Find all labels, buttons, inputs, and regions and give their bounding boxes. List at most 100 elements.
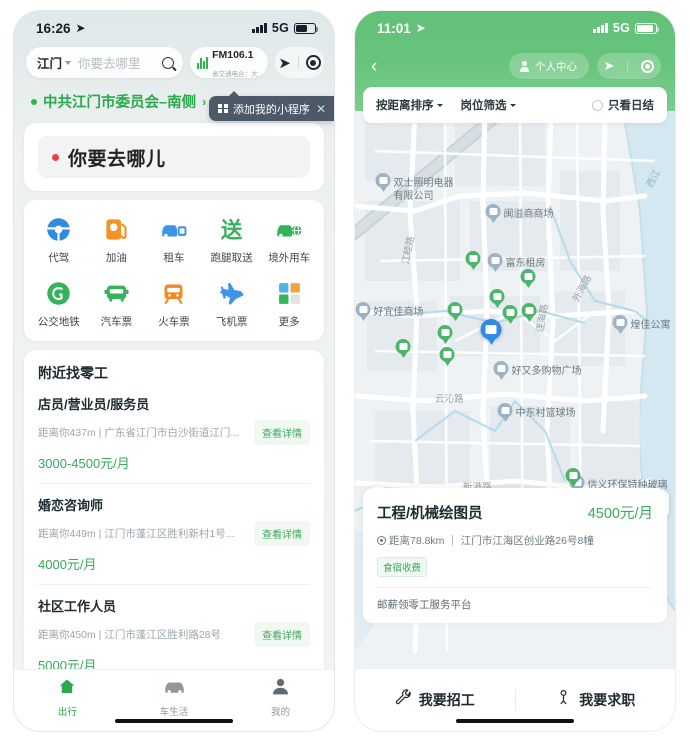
network-label: 5G [612, 21, 630, 35]
tab-wode[interactable]: 我的 [227, 677, 334, 718]
map-job-pin[interactable] [502, 305, 518, 324]
daily-settlement-toggle[interactable]: 只看日结 [592, 97, 654, 113]
service-zuche[interactable]: 租车 [145, 214, 203, 265]
profile-label: 个人中心 [535, 60, 577, 73]
divider [627, 60, 629, 72]
map-job-pin[interactable] [521, 303, 537, 322]
search-icon[interactable] [162, 56, 174, 69]
battery-icon [294, 22, 319, 34]
map-poi-pin[interactable]: 闽溢商商场 [485, 204, 554, 223]
map-job-pin[interactable] [439, 347, 455, 366]
service-label: 火车票 [158, 316, 190, 328]
service-label: 代驾 [48, 252, 70, 264]
home-indicator [456, 718, 574, 723]
chevron-down-icon [65, 60, 72, 65]
job-glyph-icon [451, 306, 459, 313]
chevron-down-icon [509, 103, 516, 107]
hire-button[interactable]: 我要招工 [355, 689, 515, 711]
service-daijia[interactable]: 代驾 [30, 214, 88, 265]
poi-glyph-icon [501, 407, 509, 414]
job-salary: 3000-4500元/月 [38, 456, 130, 471]
job-detail-platform: 邮薪领零工服务平台 [377, 587, 653, 623]
jobseek-button[interactable]: 我要求职 [516, 689, 676, 711]
service-jiayou[interactable]: 加油 [88, 214, 146, 265]
left-top-toolbar: 江门 你要去哪里 FM106.1 省交通电台：大 ➤ [14, 45, 334, 78]
close-icon[interactable]: ✕ [316, 102, 326, 116]
navigate-icon[interactable]: ➤ [604, 58, 615, 74]
city-selector[interactable]: 江门 [37, 53, 62, 72]
service-gongjiao[interactable]: 公交地铁 [30, 278, 88, 329]
tab-chuxing[interactable]: 出行 [14, 677, 121, 718]
sort-by-distance-dropdown[interactable]: 按距离排序 [376, 97, 443, 113]
jobseek-person-icon [555, 689, 572, 711]
locate-me-icon[interactable] [305, 55, 321, 70]
view-detail-button[interactable]: 查看详情 [254, 420, 310, 445]
service-paotui[interactable]: 送 跑腿取送 [203, 214, 261, 265]
job-list-item[interactable]: 婚恋咨询师 距离你449m | 江门市蓬江区胜利新村1号... 查看详情 400… [38, 495, 310, 585]
right-phone: 江睦路 西江 外海路 连海路 云沁路 新港路 双士照明电器 有限公司 闽溢商商场 [345, 0, 690, 742]
map-poi-pin[interactable]: 双士照明电器 有限公司 [375, 173, 454, 202]
job-detail-card[interactable]: 工程/机械绘图员 4500元/月 距离78.8km ｜ 江门市江海区创业路26号… [363, 488, 667, 623]
service-label: 更多 [278, 316, 300, 328]
map-poi-pin[interactable]: 煌佳公寓 [612, 315, 671, 334]
job-glyph-icon [506, 309, 514, 316]
tab-label: 我的 [271, 707, 291, 718]
job-title: 社区工作人员 [38, 599, 117, 614]
service-gengduo[interactable]: 更多 [260, 278, 318, 329]
locate-me-icon[interactable] [641, 59, 655, 73]
job-detail-salary: 4500元/月 [587, 506, 653, 522]
map-job-pin[interactable] [565, 468, 581, 487]
person-icon [271, 677, 290, 701]
position-filter-dropdown[interactable]: 岗位筛选 [461, 97, 516, 113]
navigation-arrow-icon: ➤ [75, 21, 86, 35]
radio-icon[interactable] [592, 99, 603, 111]
service-label: 飞机票 [215, 316, 248, 328]
poi-label-2: 有限公司 [393, 191, 434, 202]
service-jingwai[interactable]: 境外用车 [260, 214, 318, 265]
job-salary: 4000元/月 [38, 557, 97, 572]
service-feijipiao[interactable]: 飞机票 [203, 278, 261, 329]
service-huochepiao[interactable]: 火车票 [145, 278, 203, 329]
map-nav-controls[interactable]: ➤ [275, 47, 324, 78]
map-job-pin[interactable] [447, 302, 463, 321]
home-indicator [115, 718, 233, 723]
job-meta: 距离你450m | 江门市蓬江区胜利路28号 [38, 629, 222, 641]
add-miniprogram-tooltip[interactable]: 添加我的小程序 ✕ [209, 91, 334, 121]
map-job-pin[interactable] [465, 251, 481, 270]
profile-center-button[interactable]: 个人中心 [509, 53, 589, 79]
map-poi-pin[interactable]: 富东租房 [487, 253, 546, 272]
map-poi-pin[interactable]: 中东村篮球场 [497, 403, 576, 422]
map-nav-controls[interactable]: ➤ [597, 53, 661, 79]
grid-icon [218, 103, 228, 114]
map-job-pin[interactable] [437, 325, 453, 344]
poi-glyph-icon [359, 306, 367, 313]
map-poi-pin[interactable]: 好宜佳商场 [355, 302, 424, 321]
map-poi-pin[interactable]: 好又多购物广场 [493, 361, 582, 380]
chevron-right-icon: › [202, 94, 207, 109]
job-detail-address: 距离78.8km ｜ 江门市江海区创业路26号8幢 [389, 535, 594, 547]
position-label: 岗位筛选 [460, 100, 507, 112]
fm-radio-widget[interactable]: FM106.1 省交通电台：大 [190, 47, 268, 78]
fm-title: FM106.1 [212, 48, 254, 61]
map-job-pin[interactable] [520, 269, 536, 288]
job-list-item[interactable]: 店员/营业员/服务员 距离你437m | 广东省江门市白沙街道江门... 查看详… [38, 394, 310, 484]
service-qichepiao[interactable]: 汽车票 [88, 278, 146, 329]
job-glyph-icon [524, 273, 532, 280]
map-selected-pin[interactable] [480, 319, 502, 345]
destination-prompt[interactable]: 你要去哪儿 [68, 144, 166, 171]
search-placeholder[interactable]: 你要去哪里 [78, 53, 162, 72]
poi-label: 煌佳公寓 [630, 320, 671, 331]
map-job-pin[interactable] [395, 339, 411, 358]
view-detail-button[interactable]: 查看详情 [254, 622, 310, 647]
status-time: 11:01 [377, 20, 411, 36]
tab-chesheng[interactable]: 车生活 [121, 677, 228, 718]
search-bar[interactable]: 江门 你要去哪里 [26, 47, 183, 78]
back-button[interactable]: ‹ [371, 57, 377, 76]
rental-car-icon [159, 214, 189, 244]
view-detail-button[interactable]: 查看详情 [254, 521, 310, 546]
dual-phone-screenshot: 16:26 ➤ 5G 江门 你要去哪里 FM106.1 省交通电台：大 ➤ 添加… [0, 0, 690, 742]
navigate-icon[interactable]: ➤ [278, 54, 291, 72]
more-grid-icon [274, 278, 304, 308]
destination-card[interactable]: 你要去哪儿 [24, 123, 324, 191]
overseas-car-icon [274, 214, 304, 244]
